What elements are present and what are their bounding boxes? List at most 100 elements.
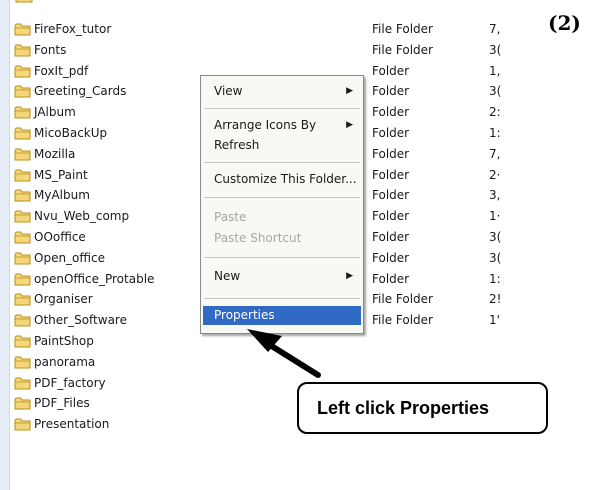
- menu-item-view[interactable]: View ▶: [203, 82, 361, 101]
- folder-icon: [14, 169, 31, 182]
- menu-separator: [204, 162, 360, 163]
- file-type: Folder: [372, 146, 410, 161]
- folder-icon: [14, 293, 31, 306]
- menu-item-refresh[interactable]: Refresh: [203, 136, 361, 155]
- file-name: PaintShop: [34, 334, 94, 348]
- menu-item-paste-shortcut-label: Paste Shortcut: [214, 231, 302, 245]
- file-size: 3(: [489, 230, 502, 244]
- folder-icon: [14, 397, 31, 410]
- folder-icon: [14, 106, 31, 119]
- folder-icon: [14, 356, 31, 369]
- file-size: 1,: [489, 63, 501, 78]
- file-size: 1·: [489, 209, 501, 224]
- file-type: Folder: [372, 105, 410, 120]
- file-name: Presentation: [34, 417, 110, 432]
- file-row[interactable]: FireFox_tutor File Folder 7,: [14, 20, 550, 39]
- file-name: MyAlbum: [34, 188, 90, 203]
- folder-icon: [14, 189, 31, 202]
- menu-item-paste-shortcut[interactable]: Paste Shortcut: [203, 229, 361, 248]
- folder-icon: [14, 314, 31, 327]
- file-name: openOffice_Protable: [34, 271, 155, 286]
- folder-icon: [14, 252, 31, 265]
- file-size: 2·: [489, 167, 501, 182]
- file-name: PDF_Files: [34, 396, 90, 411]
- folder-icon: [14, 44, 31, 57]
- file-name: PDF_factory: [34, 375, 106, 390]
- file-size: 7,: [489, 146, 501, 161]
- folder-icon: [14, 148, 31, 161]
- file-name: Mozilla: [34, 146, 76, 161]
- menu-separator: [204, 298, 360, 299]
- menu-item-properties-label: Properties: [214, 308, 275, 322]
- folder-icon: [14, 65, 31, 78]
- submenu-arrow-icon: ▶: [346, 271, 353, 281]
- menu-item-new-label: New: [214, 269, 241, 283]
- menu-item-customize-folder-label: Customize This Folder...: [214, 172, 357, 186]
- file-type: Folder: [372, 126, 410, 140]
- file-size: 2:: [489, 105, 501, 120]
- file-type: Folder: [372, 167, 410, 182]
- file-type: File Folder: [372, 22, 433, 36]
- folder-icon: [14, 127, 31, 140]
- file-type: Folder: [372, 84, 410, 99]
- file-size: 7,: [489, 22, 501, 36]
- file-name: OOoffice: [34, 230, 86, 244]
- file-type: Folder: [372, 271, 410, 286]
- callout-box: Left click Properties: [297, 382, 548, 434]
- file-type: Folder: [372, 230, 410, 244]
- file-size: 1': [489, 313, 500, 328]
- menu-item-paste-label: Paste: [214, 210, 247, 224]
- menu-separator: [204, 257, 360, 258]
- folder-icon: [14, 335, 31, 348]
- step-number-label: (2): [548, 11, 581, 35]
- menu-item-refresh-label: Refresh: [214, 138, 260, 152]
- file-name: JAlbum: [34, 105, 76, 120]
- file-row[interactable]: PaintShop: [14, 332, 550, 351]
- file-type: Folder: [372, 209, 410, 224]
- cut-off-row-fragment: [15, 0, 33, 3]
- context-menu: View ▶ Arrange Icons By ▶ Refresh Custom…: [200, 75, 364, 334]
- menu-item-new[interactable]: New ▶: [203, 267, 361, 286]
- file-name: Greeting_Cards: [34, 84, 127, 99]
- file-name: FoxIt_pdf: [34, 63, 89, 78]
- file-size: 3(: [489, 42, 502, 57]
- folder-icon: [14, 273, 31, 286]
- menu-separator: [204, 108, 360, 109]
- folder-icon: [14, 231, 31, 244]
- menu-item-view-label: View: [214, 84, 243, 98]
- file-size: 2!: [489, 292, 502, 307]
- file-type: File Folder: [372, 313, 433, 328]
- file-type: File Folder: [372, 292, 433, 307]
- folder-icon: [14, 85, 31, 98]
- menu-item-paste[interactable]: Paste: [203, 208, 361, 227]
- file-type: Folder: [372, 63, 410, 78]
- file-row[interactable]: Fonts File Folder 3(: [14, 41, 550, 60]
- file-type: Folder: [372, 188, 410, 203]
- file-type: File Folder: [372, 42, 433, 57]
- menu-item-arrange-icons-by-label: Arrange Icons By: [214, 118, 317, 132]
- file-name: MicoBackUp: [34, 126, 108, 140]
- file-size: 3,: [489, 188, 501, 203]
- folder-icon: [14, 377, 31, 390]
- file-size: 3(: [489, 250, 502, 265]
- file-name: MS_Paint: [34, 167, 88, 182]
- file-row[interactable]: panorama: [14, 353, 550, 372]
- menu-item-arrange-icons-by[interactable]: Arrange Icons By ▶: [203, 116, 361, 135]
- folder-icon: [14, 210, 31, 223]
- file-size: 1:: [489, 271, 501, 286]
- submenu-arrow-icon: ▶: [346, 86, 353, 96]
- file-name: panorama: [34, 354, 96, 369]
- callout-text: Left click Properties: [317, 398, 490, 418]
- menu-item-properties[interactable]: Properties: [203, 306, 361, 325]
- menu-separator: [204, 197, 360, 198]
- file-size: 1:: [489, 126, 501, 140]
- file-size: 3(: [489, 84, 502, 99]
- file-name: Organiser: [34, 292, 93, 307]
- file-type: Folder: [372, 250, 410, 265]
- menu-item-customize-folder[interactable]: Customize This Folder...: [203, 170, 361, 189]
- folder-icon: [14, 418, 31, 431]
- submenu-arrow-icon: ▶: [346, 120, 353, 130]
- file-name: Other_Software: [34, 313, 127, 328]
- folder-icon: [14, 23, 31, 36]
- explorer-left-edge: [0, 0, 10, 490]
